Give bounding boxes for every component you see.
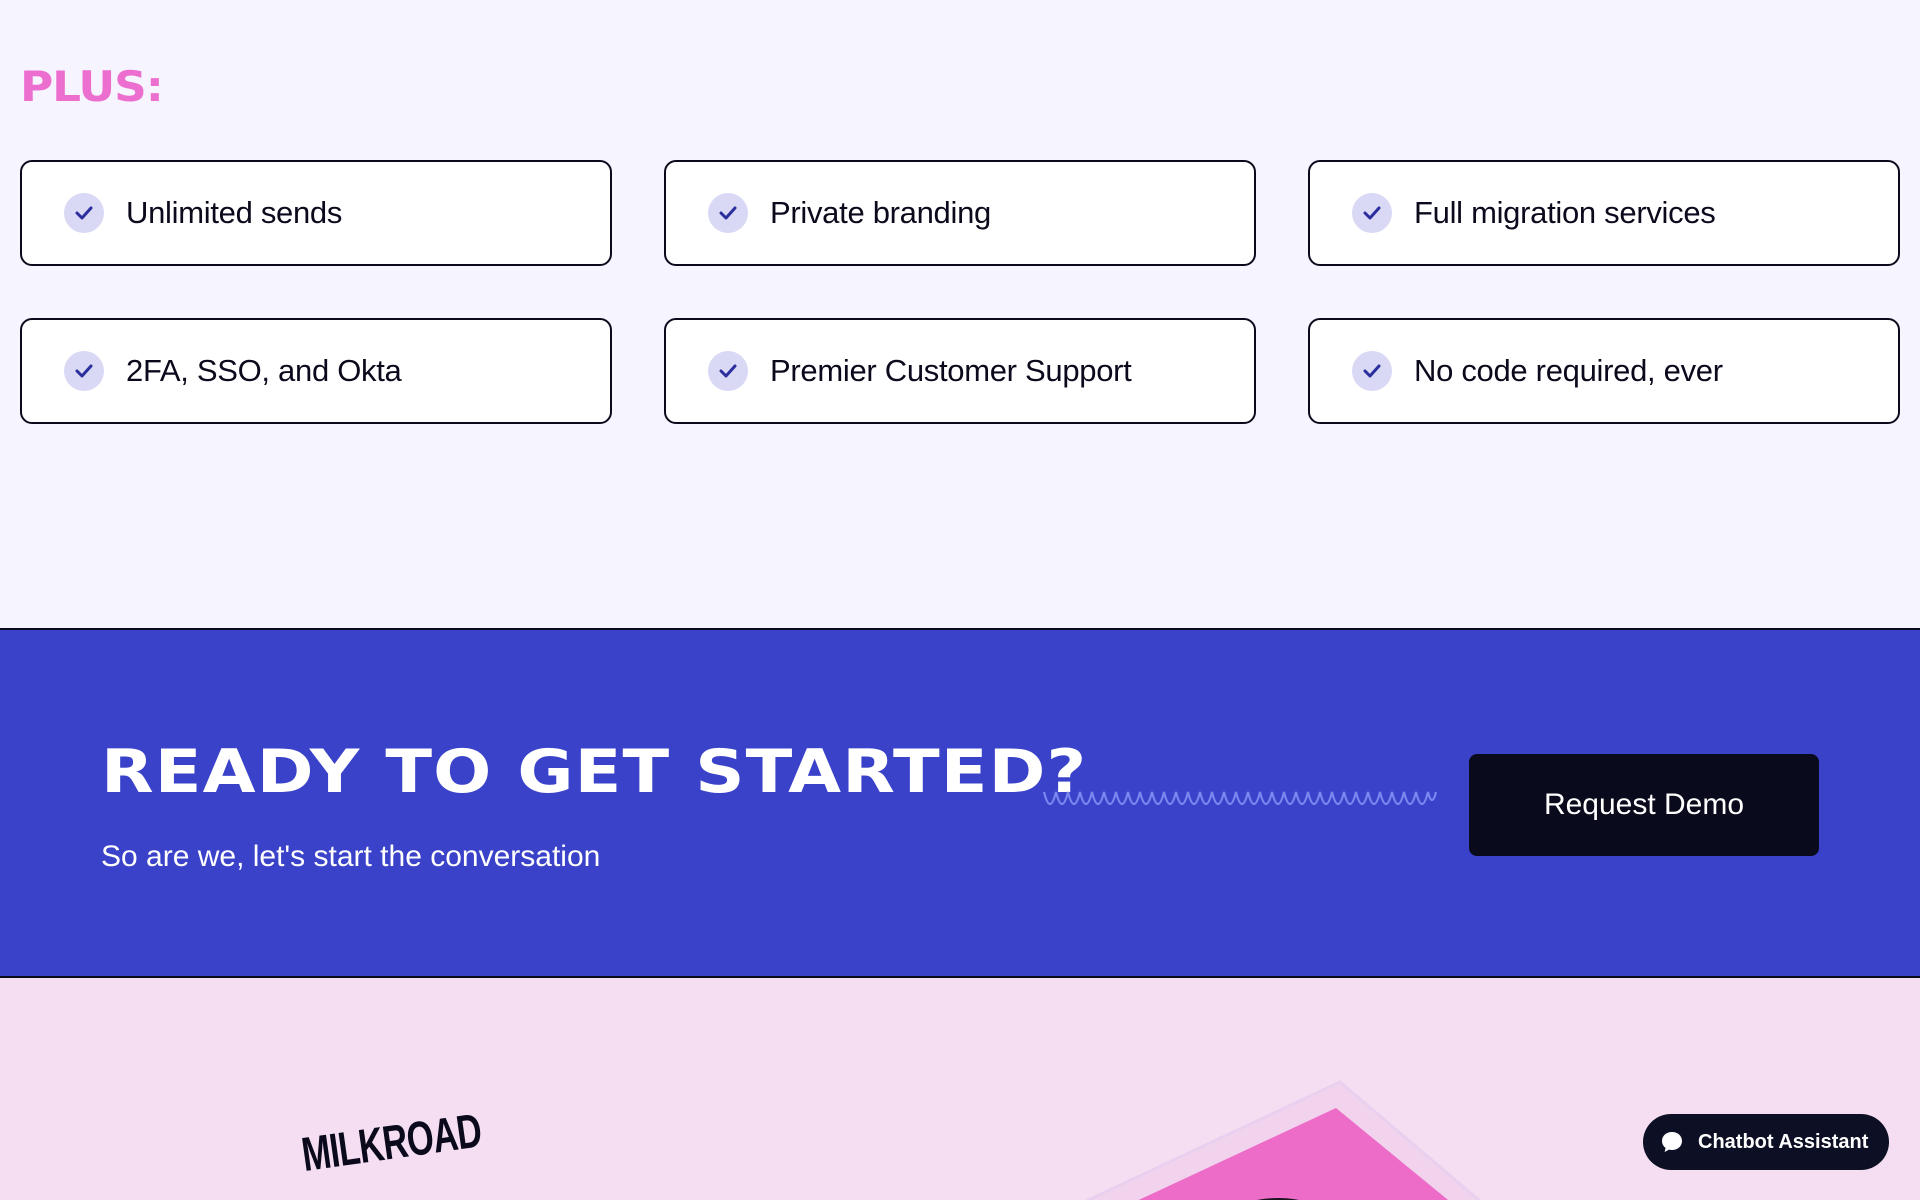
feature-card-full-migration: Full migration services <box>1308 160 1900 266</box>
decorative-card-illustration <box>1084 1080 1482 1200</box>
feature-card-unlimited-sends: Unlimited sends <box>20 160 612 266</box>
feature-card-premier-support: Premier Customer Support <box>664 318 1256 424</box>
check-icon <box>708 351 748 391</box>
plus-heading: PLUS: <box>20 62 164 111</box>
feature-label: Unlimited sends <box>126 195 343 230</box>
check-icon <box>1352 193 1392 233</box>
check-icon <box>64 193 104 233</box>
check-icon <box>1352 351 1392 391</box>
cta-band: READY TO GET STARTED? So are we, let's s… <box>0 628 1920 978</box>
cta-subtitle: So are we, let's start the conversation <box>101 840 601 873</box>
testimonial-section: MILKROAD <box>0 978 1920 1200</box>
wave-divider <box>1042 791 1438 806</box>
chatbot-label: Chatbot Assistant <box>1698 1130 1869 1153</box>
check-icon <box>708 193 748 233</box>
feature-card-2fa-sso: 2FA, SSO, and Okta <box>20 318 612 424</box>
feature-card-private-branding: Private branding <box>664 160 1256 266</box>
feature-label: No code required, ever <box>1414 353 1723 388</box>
milkroad-logo: MILKROAD <box>298 1104 485 1183</box>
request-demo-button[interactable]: Request Demo <box>1469 754 1819 856</box>
feature-label: Premier Customer Support <box>770 353 1132 388</box>
feature-grid: Unlimited sends Private branding Full mi… <box>20 160 1900 424</box>
feature-card-no-code: No code required, ever <box>1308 318 1900 424</box>
feature-label: Private branding <box>770 195 991 230</box>
feature-label: 2FA, SSO, and Okta <box>126 353 402 388</box>
cta-title: READY TO GET STARTED? <box>101 737 1088 807</box>
feature-label: Full migration services <box>1414 195 1716 230</box>
chatbot-assistant-button[interactable]: Chatbot Assistant <box>1643 1114 1889 1170</box>
chat-bubble-icon <box>1660 1130 1684 1154</box>
plus-section: PLUS: Unlimited sends Private branding F… <box>0 0 1920 628</box>
check-icon <box>64 351 104 391</box>
